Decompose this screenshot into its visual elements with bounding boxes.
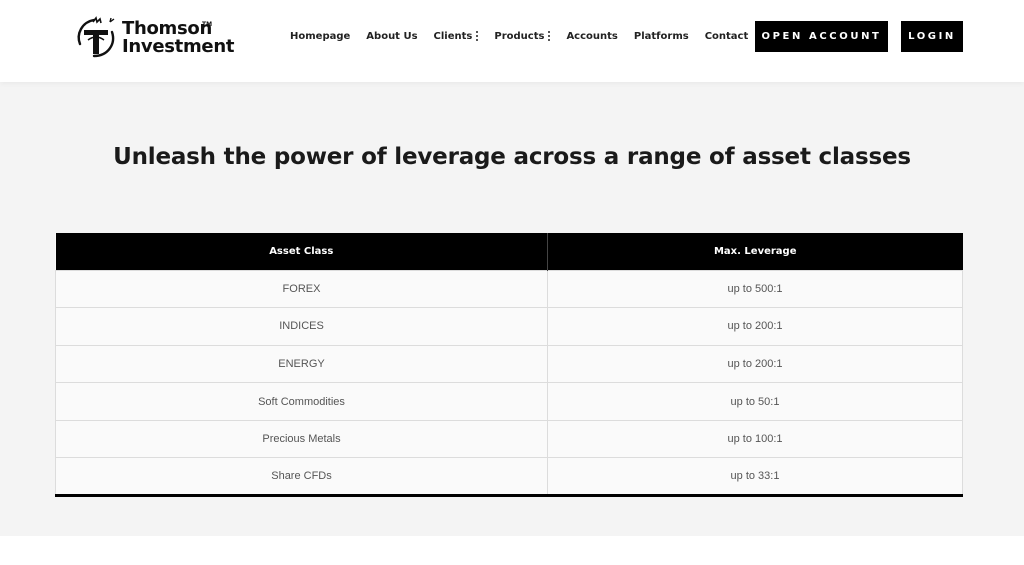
nav-item-label: Platforms [633,30,689,42]
login-button[interactable]: LOGIN [901,21,963,52]
max-leverage-cell: up to 500:1 [547,269,963,308]
table-row: Soft Commodities up to 50:1 [55,382,963,421]
nav-item-about-us[interactable]: About Us [366,31,417,42]
asset-class-cell: Precious Metals [55,419,548,458]
max-leverage-cell: up to 200:1 [547,344,963,383]
table-header-row: Asset Class Max. Leverage [55,233,963,270]
brand-line-2: Investment [122,36,235,57]
column-header-max-leverage: Max. Leverage [547,233,963,270]
table-row: Precious Metals up to 100:1 [55,419,963,458]
nav-item-label: Contact [704,30,749,42]
max-leverage-cell: up to 33:1 [547,457,963,496]
table-row: ENERGY up to 200:1 [55,344,963,383]
table-row: INDICES up to 200:1 [55,307,963,346]
column-header-asset-class: Asset Class [55,233,548,270]
nav-item-platforms[interactable]: Platforms [634,31,689,42]
nav-item-contact[interactable]: Contact [705,31,749,42]
asset-class-cell: INDICES [55,307,548,346]
leverage-section: Unleash the power of leverage across a r… [0,82,1024,536]
nav-item-label: About Us [366,30,418,42]
max-leverage-cell: up to 50:1 [547,382,963,421]
nav-item-label: Clients [433,30,473,42]
page-title: Unleash the power of leverage across a r… [113,144,911,170]
trademark-mark: TM [202,21,213,28]
asset-class-cell: Share CFDs [55,457,548,496]
asset-class-cell: Soft Commodities [55,382,548,421]
bull-t-logo-icon [77,16,115,58]
asset-class-cell: FOREX [55,269,548,308]
brand-logo[interactable]: Thomson TM Investment [72,12,242,64]
nav-item-homepage[interactable]: Homepage [290,31,350,42]
nav-item-label: Homepage [290,30,351,42]
nav-item-products[interactable]: Products [494,30,551,42]
vertical-dots-icon [476,31,479,41]
nav-item-accounts[interactable]: Accounts [566,31,617,42]
asset-class-cell: ENERGY [55,344,548,383]
site-header: Thomson TM Investment Homepage About Us … [0,0,1024,82]
max-leverage-cell: up to 200:1 [547,307,963,346]
nav-item-clients[interactable]: Clients [434,31,479,42]
open-account-button[interactable]: OPEN ACCOUNT [755,21,888,52]
leverage-table: Asset Class Max. Leverage FOREX up to 50… [55,233,963,498]
main-nav: Homepage About Us Clients Products Accou… [290,20,764,52]
nav-item-label: Accounts [566,30,618,42]
table-row: FOREX up to 500:1 [55,269,963,308]
nav-item-label: Products [494,30,545,42]
brand-name: Thomson TM Investment [122,20,234,56]
vertical-dots-icon [548,31,551,41]
table-row: Share CFDs up to 33:1 [55,457,963,496]
page-bottom [0,536,1024,565]
max-leverage-cell: up to 100:1 [547,419,963,458]
